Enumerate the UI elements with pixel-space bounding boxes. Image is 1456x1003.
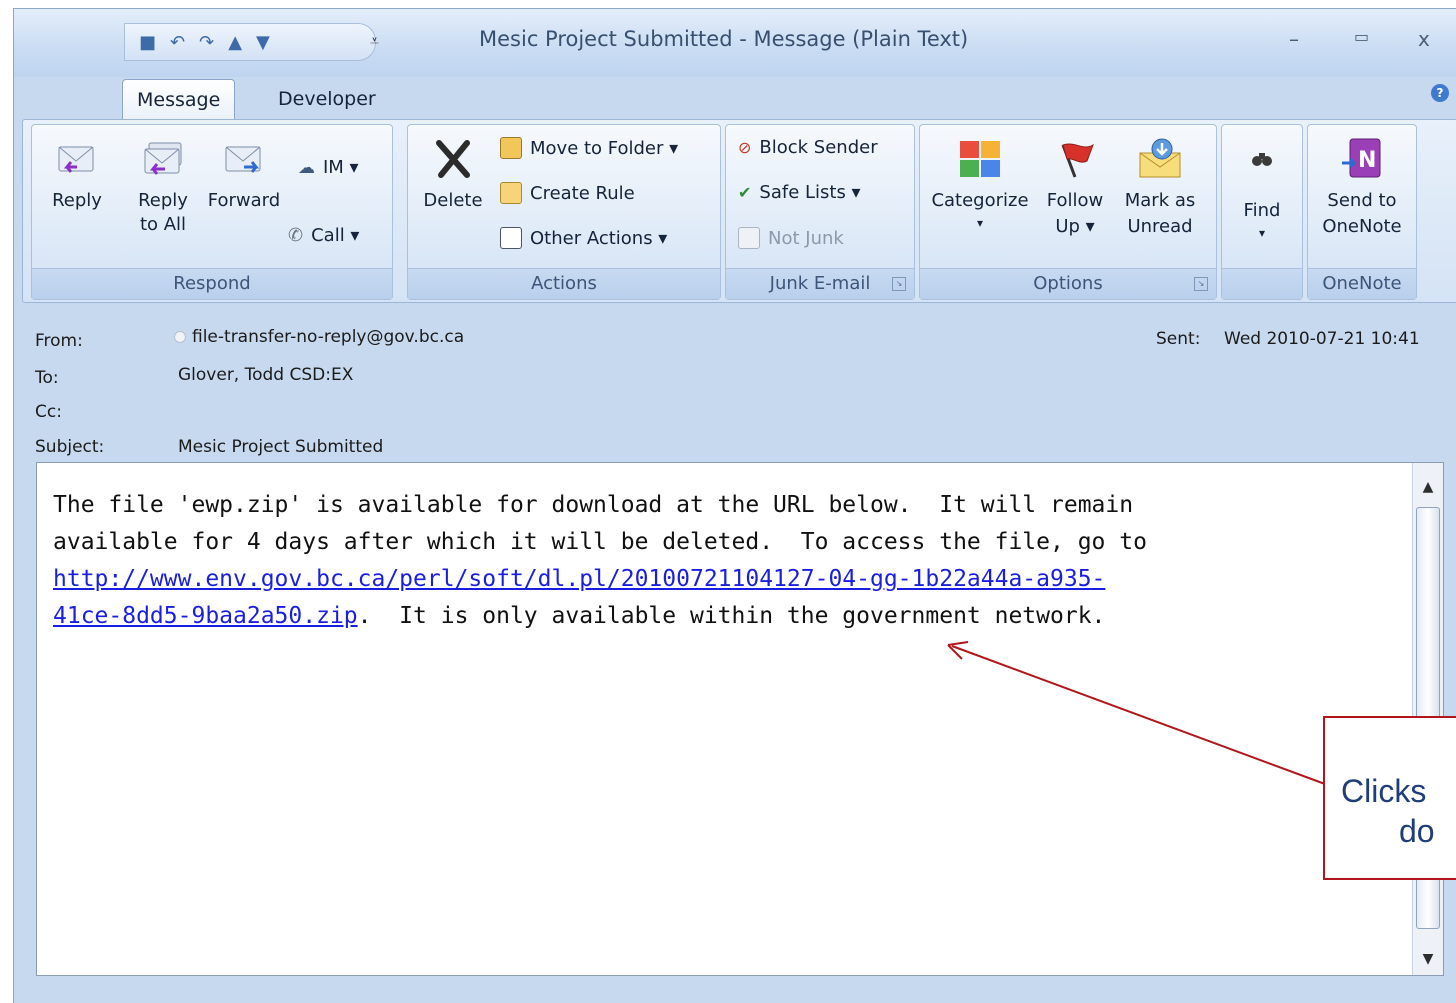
callout-line-2: do [1399, 813, 1435, 849]
callout-line-1: Clicks [1341, 773, 1427, 809]
annotation-arrow [947, 641, 1326, 785]
callout-box: Clicks do [1323, 716, 1456, 880]
